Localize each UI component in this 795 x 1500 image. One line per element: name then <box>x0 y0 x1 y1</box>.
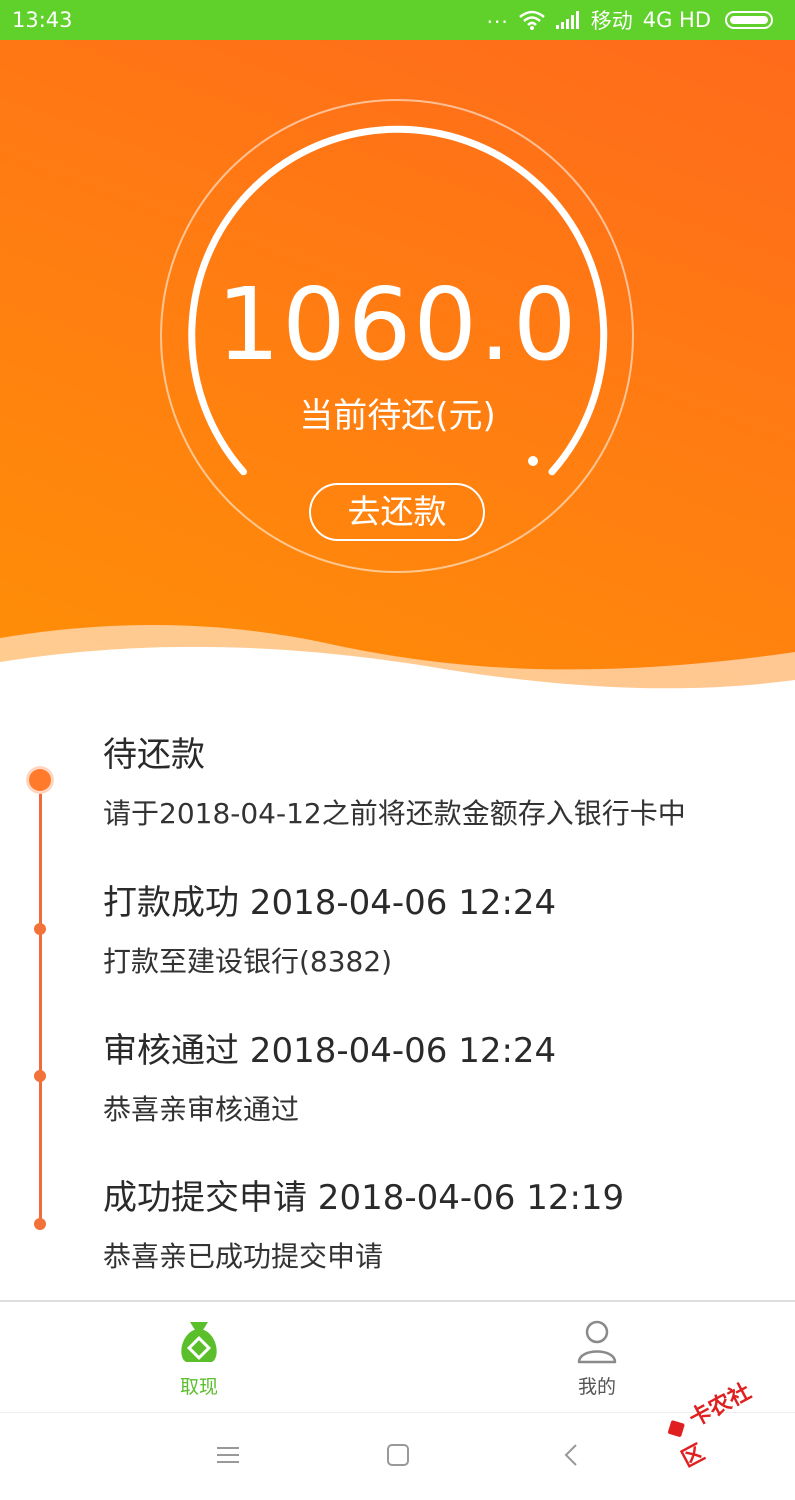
pending-amount-label: 当前待还(元) <box>299 396 496 436</box>
timeline-item-approved: 审核通过 2018-04-06 12:24 恭喜亲审核通过 <box>103 1029 785 1129</box>
bottom-tab-bar: 取现 我的 <box>0 1300 795 1412</box>
screen: 13:43 ... 移动 4G HD 1060.0 当前待还(元) 去还款 待还… <box>0 0 795 1500</box>
timeline-dot <box>34 1218 46 1230</box>
timeline-desc: 恭喜亲已成功提交申请 <box>103 1240 384 1273</box>
wifi-icon <box>518 10 545 30</box>
timeline-dot <box>34 923 46 935</box>
tab-mine[interactable]: 我的 <box>537 1318 657 1399</box>
timeline-title: 待还款 <box>103 735 205 775</box>
timeline-item-submitted: 成功提交申请 2018-04-06 12:19 恭喜亲已成功提交申请 <box>103 1176 785 1276</box>
timeline-title: 打款成功 2018-04-06 12:24 <box>103 883 557 923</box>
tab-withdraw-label: 取现 <box>179 1376 218 1398</box>
tab-withdraw[interactable]: 取现 <box>139 1318 259 1399</box>
pending-amount: 1060.0 <box>216 266 579 383</box>
timeline-desc: 恭喜亲审核通过 <box>103 1093 300 1126</box>
timeline-dot-active <box>29 769 51 791</box>
signal-icon <box>555 11 579 29</box>
repay-button[interactable]: 去还款 <box>309 483 485 541</box>
home-icon[interactable] <box>386 1443 410 1467</box>
status-time: 13:43 <box>12 8 73 32</box>
timeline-item-paid: 打款成功 2018-04-06 12:24 打款至建设银行(8382) <box>103 881 785 981</box>
battery-icon <box>725 11 773 29</box>
gauge-marker <box>528 456 538 466</box>
timeline-desc: 请于2018-04-12之前将还款金额存入银行卡中 <box>103 797 686 830</box>
user-icon <box>577 1320 617 1364</box>
timeline-item-pending: 待还款 请于2018-04-12之前将还款金额存入银行卡中 <box>103 733 785 833</box>
carrier-name: 移动 <box>590 9 633 33</box>
network-type: 4G HD <box>642 8 711 32</box>
timeline-title: 成功提交申请 2018-04-06 12:19 <box>103 1178 625 1218</box>
tab-mine-label: 我的 <box>577 1376 616 1398</box>
repayment-timeline: 待还款 请于2018-04-12之前将还款金额存入银行卡中 打款成功 2018-… <box>0 700 795 1300</box>
money-bag-icon <box>181 1322 217 1362</box>
timeline-line <box>39 780 42 1225</box>
menu-icon[interactable] <box>216 1443 240 1467</box>
timeline-dot <box>34 1070 46 1082</box>
hero-panel: 1060.0 当前待还(元) 去还款 <box>0 40 795 700</box>
timeline-title: 审核通过 2018-04-06 12:24 <box>103 1031 557 1071</box>
timeline-desc: 打款至建设银行(8382) <box>103 945 393 978</box>
status-bar: 13:43 ... 移动 4G HD <box>0 0 795 40</box>
status-right: ... 移动 4G HD <box>486 4 773 35</box>
back-icon[interactable] <box>560 1443 584 1467</box>
more-dots: ... <box>486 4 509 28</box>
